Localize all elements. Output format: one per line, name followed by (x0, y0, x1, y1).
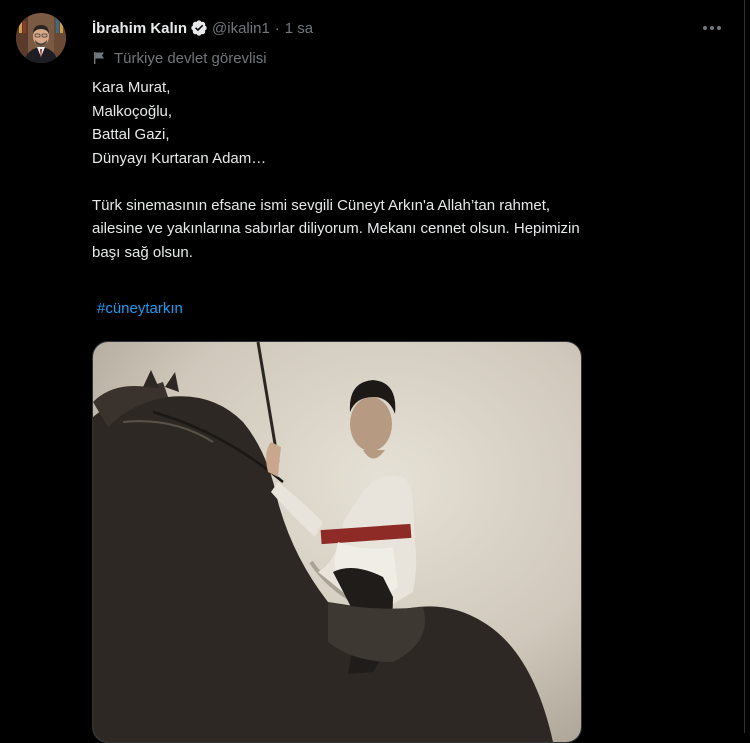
more-options-icon (703, 26, 721, 30)
tweet-line: Kara Murat, (92, 79, 171, 96)
more-options-button[interactable] (697, 17, 727, 39)
separator-dot: · (274, 19, 280, 37)
affiliation-text: Türkiye devlet görevlisi (114, 49, 267, 67)
avatar-image (16, 13, 66, 63)
tweet-line: Battal Gazi, (92, 126, 170, 143)
tweet-line: Dünyayı Kurtaran Adam… (92, 149, 267, 167)
rider-on-horse-photo (93, 342, 581, 742)
tweet-card[interactable]: İbrahim Kalın @ikalin1 · 1 sa Türkiye de… (0, 0, 745, 743)
author-name[interactable]: İbrahim Kalın (92, 20, 187, 37)
avatar[interactable] (16, 13, 66, 63)
verified-badge-icon[interactable] (190, 19, 208, 37)
tweet-media-image[interactable] (92, 341, 582, 743)
tweet-text: Kara Murat, Malkoçoğlu, Battal Gazi, Dün… (92, 76, 692, 264)
author-handle[interactable]: @ikalin1 (212, 20, 270, 37)
tweet-paragraph-line: Türk sinemasının efsane ismi sevgili Cün… (92, 196, 551, 214)
hashtag-link[interactable]: #cüneytarkın (97, 300, 183, 317)
tweet-time[interactable]: 1 sa (285, 20, 313, 37)
tweet-header: İbrahim Kalın @ikalin1 · 1 sa (92, 17, 313, 39)
affiliation-label: Türkiye devlet görevlisi (92, 48, 267, 68)
tweet-paragraph-line: ailesine ve yakınlarına sabırlar diliyor… (92, 220, 580, 237)
tweet-line: Malkoçoğlu, (92, 102, 173, 120)
flag-icon (94, 52, 104, 64)
tweet-paragraph-line: başı sağ olsun. (92, 243, 193, 261)
